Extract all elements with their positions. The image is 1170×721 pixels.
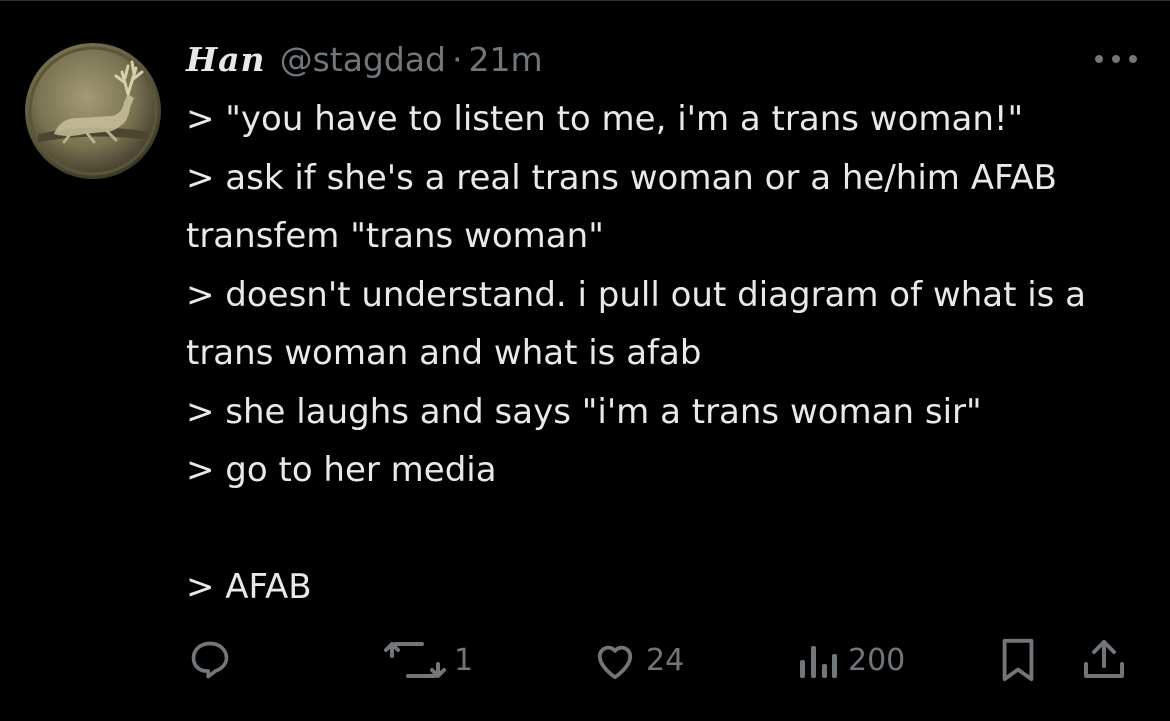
tweet-text: > "you have to listen to me, i'm a trans… — [186, 90, 1156, 617]
timestamp[interactable]: 21m — [468, 40, 542, 79]
tweet-line: > ask if she's a real trans woman or a h… — [186, 157, 1068, 257]
views-icon — [800, 646, 837, 678]
action-bar: 1 24 200 — [0, 630, 1170, 690]
top-divider — [0, 0, 1170, 1]
tweet-line: > "you have to listen to me, i'm a trans… — [186, 99, 1024, 139]
reply-button[interactable] — [188, 630, 240, 690]
views-button[interactable]: 200 — [796, 630, 905, 690]
stag-medallion-icon — [25, 43, 161, 179]
repost-button[interactable]: 1 — [384, 630, 473, 690]
more-dots-icon — [1095, 55, 1137, 63]
heart-icon — [597, 645, 633, 680]
like-count: 24 — [646, 642, 685, 678]
views-count: 200 — [848, 642, 906, 678]
user-handle[interactable]: @stagdad — [280, 40, 446, 79]
tweet-line: > go to her media — [186, 450, 497, 490]
repost-count: 1 — [454, 642, 474, 678]
tweet-line: > she laughs and says "i'm a trans woman… — [186, 391, 982, 432]
separator-dot: · — [451, 40, 463, 79]
repost-icon — [384, 642, 446, 678]
like-button[interactable]: 24 — [592, 630, 684, 690]
more-button[interactable] — [1092, 44, 1140, 74]
avatar[interactable] — [24, 42, 162, 180]
reply-icon — [191, 641, 229, 679]
tweet-line: > AFAB — [186, 567, 312, 607]
display-name[interactable]: Han — [186, 40, 266, 79]
tweet-header: Han @stagdad · 21m — [186, 40, 543, 84]
share-icon — [1084, 640, 1124, 678]
bookmark-button[interactable] — [998, 630, 1038, 690]
share-button[interactable] — [1082, 630, 1126, 690]
bookmark-icon — [1002, 638, 1034, 682]
tweet-line: > doesn't understand. i pull out diagram… — [186, 274, 1097, 374]
